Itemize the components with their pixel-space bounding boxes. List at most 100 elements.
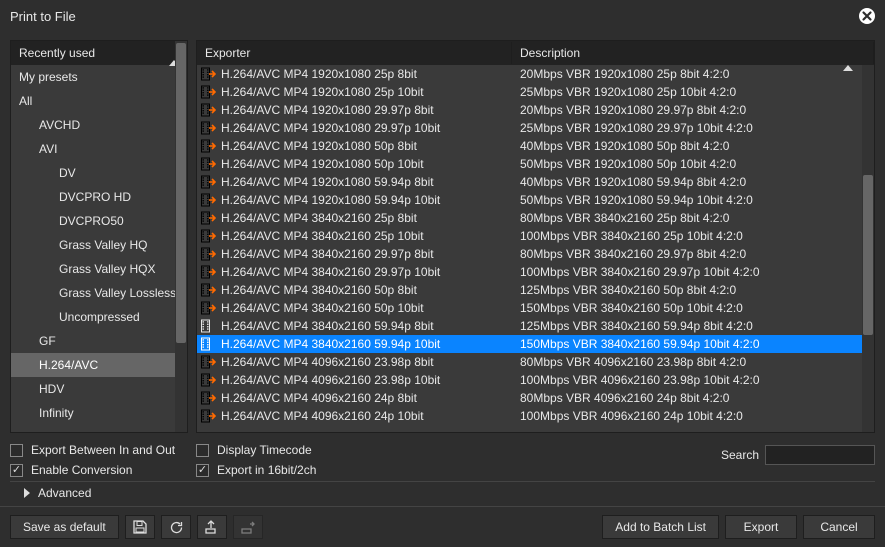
checkbox-display-timecode[interactable]: Display Timecode bbox=[196, 443, 713, 457]
exporter-cell: H.264/AVC MP4 4096x2160 24p 10bit bbox=[219, 409, 512, 423]
description-cell: 40Mbps VBR 1920x1080 59.94p 8bit 4:2:0 bbox=[512, 175, 874, 189]
column-header-exporter[interactable]: Exporter bbox=[197, 42, 512, 64]
sidebar-item[interactable]: DVCPRO HD bbox=[11, 185, 187, 209]
table-row[interactable]: H.264/AVC MP4 1920x1080 50p 10bit50Mbps … bbox=[197, 155, 874, 173]
sidebar-list: My presetsAllAVCHDAVIDVDVCPRO HDDVCPRO50… bbox=[11, 65, 187, 432]
table-row[interactable]: H.264/AVC MP4 3840x2160 59.94p 10bit150M… bbox=[197, 335, 874, 353]
row-icon-cell bbox=[197, 391, 219, 405]
add-to-batch-button[interactable]: Add to Batch List bbox=[602, 515, 719, 539]
film-export-icon bbox=[200, 355, 216, 369]
checkbox-enable-conversion[interactable]: Enable Conversion bbox=[10, 463, 188, 477]
exporter-cell: H.264/AVC MP4 3840x2160 29.97p 8bit bbox=[219, 247, 512, 261]
import-button[interactable] bbox=[197, 515, 227, 539]
table-row[interactable]: H.264/AVC MP4 1920x1080 29.97p 8bit20Mbp… bbox=[197, 101, 874, 119]
column-header-exporter-label: Exporter bbox=[205, 46, 250, 60]
description-cell: 20Mbps VBR 1920x1080 29.97p 8bit 4:2:0 bbox=[512, 103, 874, 117]
exporter-cell: H.264/AVC MP4 1920x1080 59.94p 10bit bbox=[219, 193, 512, 207]
film-export-icon bbox=[200, 301, 216, 315]
sidebar-item[interactable]: All bbox=[11, 89, 187, 113]
film-export-icon bbox=[200, 85, 216, 99]
table-row[interactable]: H.264/AVC MP4 1920x1080 25p 10bit25Mbps … bbox=[197, 83, 874, 101]
save-preset-button[interactable] bbox=[125, 515, 155, 539]
import-icon bbox=[204, 520, 220, 534]
save-as-default-button[interactable]: Save as default bbox=[10, 515, 119, 539]
row-icon-cell bbox=[197, 283, 219, 297]
table-row[interactable]: H.264/AVC MP4 3840x2160 29.97p 10bit100M… bbox=[197, 263, 874, 281]
table-row[interactable]: H.264/AVC MP4 4096x2160 24p 8bit80Mbps V… bbox=[197, 389, 874, 407]
sidebar-item[interactable]: AVCHD bbox=[11, 113, 187, 137]
export-button[interactable]: Export bbox=[725, 515, 797, 539]
sidebar-item[interactable]: AVI bbox=[11, 137, 187, 161]
description-cell: 40Mbps VBR 1920x1080 50p 8bit 4:2:0 bbox=[512, 139, 874, 153]
export-preset-button[interactable] bbox=[233, 515, 263, 539]
sidebar-item[interactable]: HDV bbox=[11, 377, 187, 401]
table-row[interactable]: H.264/AVC MP4 4096x2160 23.98p 8bit80Mbp… bbox=[197, 353, 874, 371]
sidebar-scrollbar-thumb[interactable] bbox=[176, 43, 186, 343]
sidebar-header[interactable]: Recently used bbox=[11, 41, 187, 65]
description-cell: 150Mbps VBR 3840x2160 59.94p 10bit 4:2:0 bbox=[512, 337, 874, 351]
table-row[interactable]: H.264/AVC MP4 3840x2160 29.97p 8bit80Mbp… bbox=[197, 245, 874, 263]
description-cell: 100Mbps VBR 4096x2160 23.98p 10bit 4:2:0 bbox=[512, 373, 874, 387]
row-icon-cell bbox=[197, 103, 219, 117]
sidebar-item[interactable]: Grass Valley HQ bbox=[11, 233, 187, 257]
sidebar-item[interactable]: Uncompressed bbox=[11, 305, 187, 329]
table-row[interactable]: H.264/AVC MP4 4096x2160 24p 10bit100Mbps… bbox=[197, 407, 874, 425]
advanced-toggle[interactable]: Advanced bbox=[10, 481, 875, 506]
sidebar-item[interactable]: My presets bbox=[11, 65, 187, 89]
table-row[interactable]: H.264/AVC MP4 1920x1080 59.94p 10bit50Mb… bbox=[197, 191, 874, 209]
table-row[interactable]: H.264/AVC MP4 3840x2160 50p 10bit150Mbps… bbox=[197, 299, 874, 317]
description-cell: 125Mbps VBR 3840x2160 59.94p 8bit 4:2:0 bbox=[512, 319, 874, 333]
table-row[interactable]: H.264/AVC MP4 4096x2160 23.98p 10bit100M… bbox=[197, 371, 874, 389]
checkbox-export-16bit-2ch[interactable]: Export in 16bit/2ch bbox=[196, 463, 713, 477]
table-row[interactable]: H.264/AVC MP4 1920x1080 25p 8bit20Mbps V… bbox=[197, 65, 874, 83]
row-icon-cell bbox=[197, 193, 219, 207]
close-button[interactable] bbox=[857, 6, 877, 26]
sidebar-item[interactable]: DVCPRO50 bbox=[11, 209, 187, 233]
button-label: Save as default bbox=[23, 520, 106, 534]
film-export-icon bbox=[200, 265, 216, 279]
search-input[interactable] bbox=[765, 445, 875, 465]
description-cell: 80Mbps VBR 3840x2160 25p 8bit 4:2:0 bbox=[512, 211, 874, 225]
row-icon-cell bbox=[197, 67, 219, 81]
titlebar: Print to File bbox=[0, 0, 885, 32]
table-scrollbar-thumb[interactable] bbox=[863, 175, 873, 335]
film-icon bbox=[200, 319, 216, 333]
sidebar-item[interactable]: DV bbox=[11, 161, 187, 185]
row-icon-cell bbox=[197, 139, 219, 153]
sidebar-item[interactable]: Infinity bbox=[11, 401, 187, 425]
table-row[interactable]: H.264/AVC MP4 3840x2160 25p 8bit80Mbps V… bbox=[197, 209, 874, 227]
column-header-description[interactable]: Description bbox=[512, 42, 874, 64]
sidebar-item[interactable]: H.264/AVC bbox=[11, 353, 187, 377]
table-row[interactable]: H.264/AVC MP4 3840x2160 50p 8bit125Mbps … bbox=[197, 281, 874, 299]
exporter-cell: H.264/AVC MP4 1920x1080 59.94p 8bit bbox=[219, 175, 512, 189]
table-body: H.264/AVC MP4 1920x1080 25p 8bit20Mbps V… bbox=[197, 65, 874, 425]
description-cell: 80Mbps VBR 4096x2160 23.98p 8bit 4:2:0 bbox=[512, 355, 874, 369]
exporter-cell: H.264/AVC MP4 1920x1080 29.97p 10bit bbox=[219, 121, 512, 135]
table-row[interactable]: H.264/AVC MP4 3840x2160 59.94p 8bit125Mb… bbox=[197, 317, 874, 335]
table-row[interactable]: H.264/AVC MP4 1920x1080 59.94p 8bit40Mbp… bbox=[197, 173, 874, 191]
refresh-button[interactable] bbox=[161, 515, 191, 539]
checkbox-export-between-in-out[interactable]: Export Between In and Out bbox=[10, 443, 188, 457]
category-sidebar: Recently used My presetsAllAVCHDAVIDVDVC… bbox=[10, 40, 188, 433]
button-label: Add to Batch List bbox=[615, 520, 706, 534]
table-row[interactable]: H.264/AVC MP4 3840x2160 25p 10bit100Mbps… bbox=[197, 227, 874, 245]
film-export-icon bbox=[200, 391, 216, 405]
cancel-button[interactable]: Cancel bbox=[803, 515, 875, 539]
floppy-icon bbox=[133, 520, 147, 534]
description-cell: 20Mbps VBR 1920x1080 25p 8bit 4:2:0 bbox=[512, 67, 874, 81]
exporter-cell: H.264/AVC MP4 4096x2160 24p 8bit bbox=[219, 391, 512, 405]
table-scrollbar[interactable] bbox=[862, 65, 874, 432]
sidebar-item[interactable]: GF bbox=[11, 329, 187, 353]
table-row[interactable]: H.264/AVC MP4 1920x1080 50p 8bit40Mbps V… bbox=[197, 137, 874, 155]
preset-table: Exporter Description H.264/AVC MP4 1920x… bbox=[196, 40, 875, 433]
sidebar-scrollbar[interactable] bbox=[175, 41, 187, 432]
row-icon-cell bbox=[197, 175, 219, 189]
row-icon-cell bbox=[197, 157, 219, 171]
film-export-icon bbox=[200, 103, 216, 117]
exporter-cell: H.264/AVC MP4 4096x2160 23.98p 8bit bbox=[219, 355, 512, 369]
exporter-cell: H.264/AVC MP4 3840x2160 25p 8bit bbox=[219, 211, 512, 225]
table-row[interactable]: H.264/AVC MP4 1920x1080 29.97p 10bit25Mb… bbox=[197, 119, 874, 137]
checkbox-label: Export Between In and Out bbox=[31, 443, 175, 457]
sidebar-item[interactable]: Grass Valley HQX bbox=[11, 257, 187, 281]
sidebar-item[interactable]: Grass Valley Lossless bbox=[11, 281, 187, 305]
